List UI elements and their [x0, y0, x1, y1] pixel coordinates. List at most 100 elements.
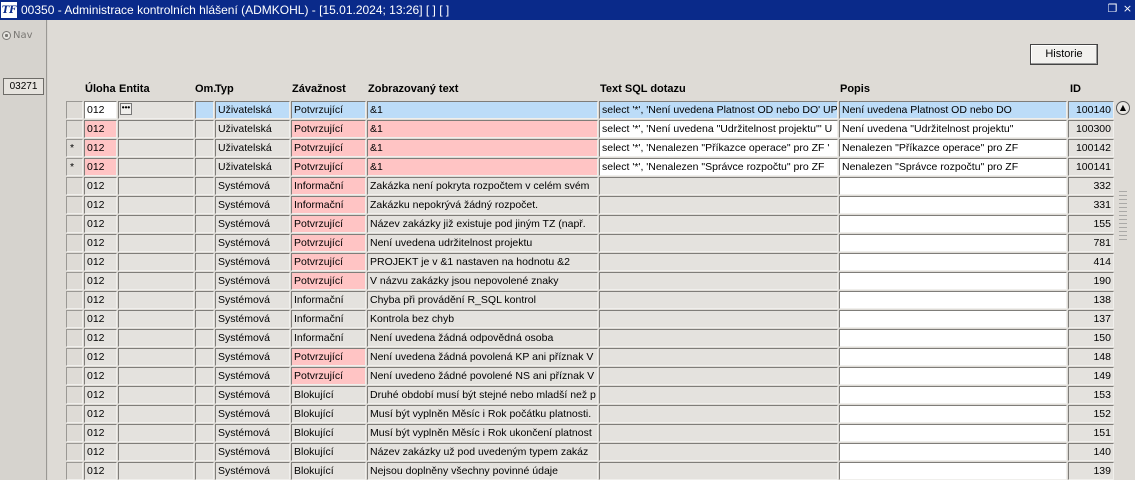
row-marker[interactable] — [66, 101, 83, 119]
cell-zavaznost[interactable]: Potvrzující — [291, 101, 366, 119]
cell-entita[interactable] — [118, 139, 194, 157]
cell-uloha[interactable]: 012 — [84, 177, 117, 195]
cell-sql[interactable] — [599, 405, 838, 423]
cell-popis[interactable] — [839, 348, 1067, 366]
cell-popis[interactable] — [839, 272, 1067, 290]
row-marker[interactable] — [66, 310, 83, 328]
nav-radio[interactable]: Nav — [2, 30, 33, 41]
cell-uloha[interactable]: 012 — [84, 386, 117, 404]
cell-popis[interactable]: Není uvedena "Udržitelnost projektu" — [839, 120, 1067, 138]
cell-entita[interactable] — [118, 291, 194, 309]
cell-entita[interactable] — [118, 253, 194, 271]
cell-om[interactable] — [195, 177, 214, 195]
cell-popis[interactable] — [839, 386, 1067, 404]
cell-id[interactable]: 149 — [1068, 367, 1114, 385]
row-marker[interactable] — [66, 120, 83, 138]
row-marker[interactable] — [66, 386, 83, 404]
cell-text[interactable]: Zakázka není pokryta rozpočtem v celém s… — [367, 177, 598, 195]
cell-popis[interactable] — [839, 291, 1067, 309]
cell-entita[interactable] — [118, 443, 194, 461]
cell-zavaznost[interactable]: Informační — [291, 177, 366, 195]
cell-sql[interactable]: select '*', 'Nenalezen "Příkazce operace… — [599, 139, 838, 157]
cell-entita[interactable] — [118, 462, 194, 480]
row-marker[interactable] — [66, 329, 83, 347]
cell-id[interactable]: 100140 — [1068, 101, 1114, 119]
cell-popis[interactable] — [839, 310, 1067, 328]
cell-text[interactable]: Kontrola bez chyb — [367, 310, 598, 328]
cell-entita[interactable] — [118, 234, 194, 252]
cell-text[interactable]: Není uvedeno žádné povolené NS ani přízn… — [367, 367, 598, 385]
cell-uloha[interactable]: 012 — [84, 196, 117, 214]
cell-entita[interactable] — [118, 348, 194, 366]
cell-popis[interactable] — [839, 329, 1067, 347]
cell-popis[interactable]: Nenalezen "Správce rozpočtu" pro ZF — [839, 158, 1067, 176]
row-marker[interactable] — [66, 234, 83, 252]
cell-uloha[interactable]: 012 — [84, 443, 117, 461]
cell-typ[interactable]: Systémová — [215, 386, 290, 404]
row-marker[interactable] — [66, 443, 83, 461]
vertical-scrollbar[interactable]: ▲ — [1116, 101, 1131, 357]
cell-om[interactable] — [195, 310, 214, 328]
cell-typ[interactable]: Systémová — [215, 462, 290, 480]
cell-text[interactable]: &1 — [367, 101, 598, 119]
cell-typ[interactable]: Uživatelská — [215, 101, 290, 119]
cell-popis[interactable] — [839, 424, 1067, 442]
cell-uloha[interactable]: 012 — [84, 329, 117, 347]
scroll-up-icon[interactable]: ▲ — [1116, 101, 1130, 115]
cell-typ[interactable]: Systémová — [215, 196, 290, 214]
cell-zavaznost[interactable]: Potvrzující — [291, 139, 366, 157]
cell-sql[interactable] — [599, 253, 838, 271]
cell-text[interactable]: &1 — [367, 139, 598, 157]
cell-entita[interactable] — [118, 196, 194, 214]
cell-text[interactable]: Název zakázky už pod uvedeným typem zaká… — [367, 443, 598, 461]
cell-zavaznost[interactable]: Potvrzující — [291, 367, 366, 385]
cell-sql[interactable]: select '*', 'Nenalezen "Správce rozpočtu… — [599, 158, 838, 176]
cell-om[interactable] — [195, 272, 214, 290]
cell-zavaznost[interactable]: Potvrzující — [291, 348, 366, 366]
cell-entita[interactable] — [118, 310, 194, 328]
cell-om[interactable] — [195, 462, 214, 480]
row-marker[interactable] — [66, 196, 83, 214]
cell-id[interactable]: 781 — [1068, 234, 1114, 252]
cell-zavaznost[interactable]: Potvrzující — [291, 120, 366, 138]
cell-id[interactable]: 414 — [1068, 253, 1114, 271]
cell-om[interactable] — [195, 101, 214, 119]
cell-id[interactable]: 151 — [1068, 424, 1114, 442]
cell-sql[interactable] — [599, 272, 838, 290]
cell-uloha[interactable]: 012 — [84, 158, 117, 176]
cell-id[interactable]: 190 — [1068, 272, 1114, 290]
cell-om[interactable] — [195, 329, 214, 347]
cell-text[interactable]: Druhé období musí být stejné nebo mladší… — [367, 386, 598, 404]
cell-sql[interactable] — [599, 348, 838, 366]
row-marker[interactable] — [66, 462, 83, 480]
cell-om[interactable] — [195, 120, 214, 138]
cell-entita[interactable] — [118, 158, 194, 176]
cell-typ[interactable]: Systémová — [215, 405, 290, 423]
cell-typ[interactable]: Systémová — [215, 253, 290, 271]
cell-sql[interactable] — [599, 196, 838, 214]
cell-entita[interactable] — [118, 177, 194, 195]
cell-om[interactable] — [195, 234, 214, 252]
cell-sql[interactable] — [599, 367, 838, 385]
cell-zavaznost[interactable]: Blokující — [291, 405, 366, 423]
row-marker[interactable] — [66, 253, 83, 271]
row-marker[interactable]: * — [66, 158, 83, 176]
cell-id[interactable]: 152 — [1068, 405, 1114, 423]
cell-om[interactable] — [195, 291, 214, 309]
cell-uloha[interactable]: 012 — [84, 253, 117, 271]
cell-typ[interactable]: Systémová — [215, 424, 290, 442]
cell-zavaznost[interactable]: Potvrzující — [291, 158, 366, 176]
cell-popis[interactable]: Nenalezen "Příkazce operace" pro ZF — [839, 139, 1067, 157]
cell-zavaznost[interactable]: Informační — [291, 329, 366, 347]
cell-zavaznost[interactable]: Informační — [291, 291, 366, 309]
row-marker[interactable] — [66, 215, 83, 233]
ellipsis-icon[interactable]: ••• — [120, 103, 132, 115]
cell-om[interactable] — [195, 367, 214, 385]
cell-id[interactable]: 150 — [1068, 329, 1114, 347]
cell-uloha[interactable]: 012 — [84, 101, 117, 119]
cell-om[interactable] — [195, 405, 214, 423]
cell-id[interactable]: 148 — [1068, 348, 1114, 366]
cell-uloha[interactable]: 012 — [84, 272, 117, 290]
cell-text[interactable]: Nejsou doplněny všechny povinné údaje — [367, 462, 598, 480]
cell-om[interactable] — [195, 215, 214, 233]
